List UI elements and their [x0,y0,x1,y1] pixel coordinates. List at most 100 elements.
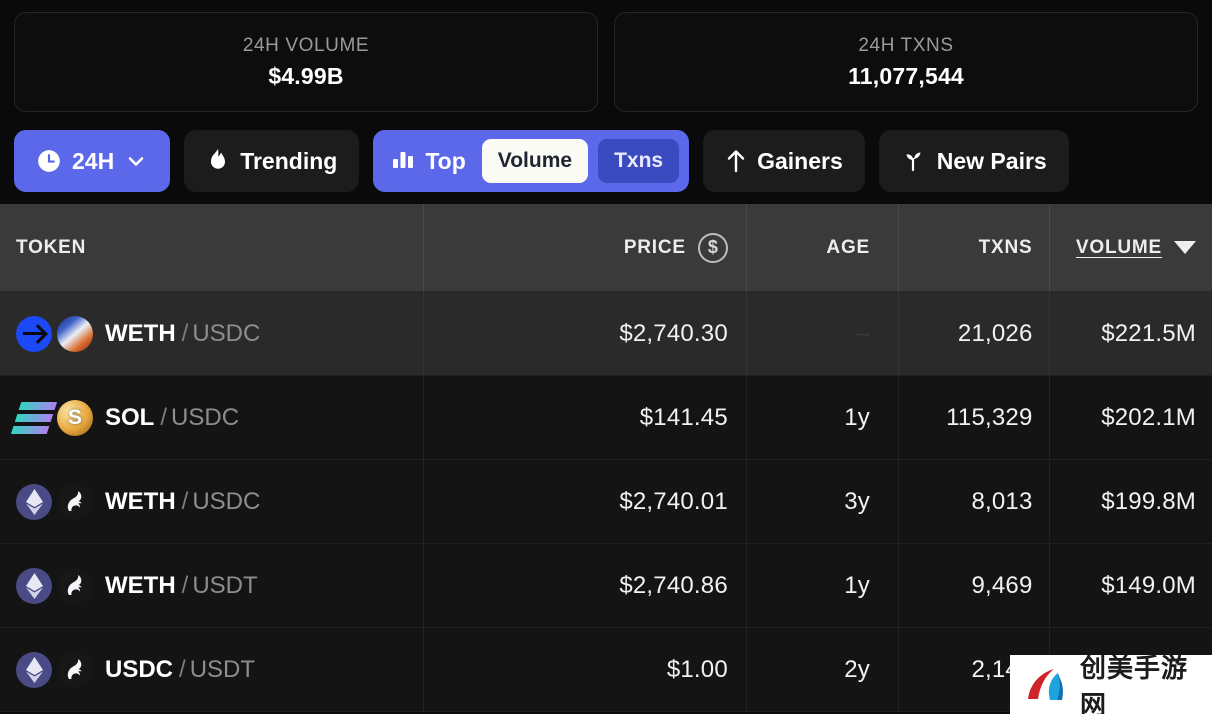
segment-option-txns[interactable]: Txns [598,139,680,183]
chevron-down-icon [124,149,148,173]
token-symbol: WETH [105,319,176,347]
quote-symbol: USDC [192,487,261,515]
price-value: $2,740.30 [619,319,728,347]
stat-value: 11,077,544 [848,62,964,89]
trending-label: Trending [240,147,338,174]
uniswap-dex-icon [57,483,93,520]
token-icons [16,483,93,520]
clock-icon [36,148,62,174]
sprout-icon [901,148,927,174]
price-value: $2,740.01 [619,487,728,515]
filter-bar: 24H Trending Top Volume Txns Gainers New… [0,118,1212,204]
arrow-up-icon [725,148,747,174]
cell-volume: $149.0M [1048,544,1212,627]
cell-token: WETH / USDC [0,483,423,520]
price-value: $1.00 [666,655,728,683]
column-label: VOLUME [1075,236,1163,258]
cell-volume: $221.5M [1048,292,1212,375]
segment-option-volume[interactable]: Volume [481,139,589,183]
age-value: 1y [844,571,870,599]
pair-separator: / [181,571,189,599]
cell-price: $2,740.01 [422,460,746,543]
cell-age: – [745,292,898,375]
watermark-logo-icon [1028,668,1063,700]
column-header-price[interactable]: PRICE $ [422,204,746,291]
volume-value: $199.8M [1101,487,1197,515]
column-label: PRICE [623,236,686,258]
cell-txns: 21,026 [898,292,1049,375]
gainers-label: Gainers [757,147,843,174]
quote-symbol: USDT [189,655,256,683]
watermark: 创美手游网 [1010,653,1212,714]
pair-name: USDC / USDT [105,656,255,684]
price-value: $2,740.86 [619,571,728,599]
timeframe-button[interactable]: 24H [14,130,171,192]
column-header-txns[interactable]: TXNS [898,204,1049,291]
cell-token: SOL / USDC [0,399,423,436]
caret-down-icon [1174,241,1197,254]
token-icons [16,567,93,604]
column-label: AGE [826,236,870,258]
age-value: – [856,319,870,347]
pairs-table: TOKEN PRICE $ AGE TXNS VOLUME WETH / USD… [0,204,1212,712]
ethereum-chain-icon [16,651,52,688]
cell-txns: 8,013 [898,460,1049,543]
volume-value: $202.1M [1101,403,1197,431]
volume-value: $221.5M [1101,319,1197,347]
trending-button[interactable]: Trending [184,130,360,192]
ethereum-chain-icon [16,567,52,604]
quote-symbol: USDC [171,403,240,431]
column-header-age[interactable]: AGE [745,204,898,291]
pair-name: WETH / USDC [105,320,260,348]
cell-token: USDC / USDT [0,651,423,688]
token-symbol: USDC [105,655,174,683]
token-icons [16,315,93,352]
token-icons [10,399,93,436]
top-segment-main[interactable]: Top [391,147,471,175]
cell-price: $141.45 [422,376,746,459]
column-label: TXNS [978,236,1033,258]
column-label: TOKEN [16,236,87,258]
cell-age: 1y [745,544,898,627]
table-row[interactable]: WETH / USDT $2,740.86 1y 9,469 $149.0M [0,544,1212,628]
table-row[interactable]: WETH / USDC $2,740.30 – 21,026 $221.5M [0,292,1212,376]
txns-value: 8,013 [971,487,1033,515]
table-row[interactable]: SOL / USDC $141.45 1y 115,329 $202.1M [0,376,1212,460]
token-symbol: WETH [105,487,176,515]
top-segment-label: Top [425,147,466,174]
column-header-volume[interactable]: VOLUME [1048,204,1212,291]
age-value: 2y [844,655,870,683]
quote-symbol: USDC [192,319,261,347]
cell-token: WETH / USDC [0,315,423,352]
ethereum-chain-icon [16,483,52,520]
pair-separator: / [160,403,168,431]
table-header-row: TOKEN PRICE $ AGE TXNS VOLUME [0,204,1212,292]
watermark-text: 创美手游网 [1080,652,1189,714]
cell-age: 1y [745,376,898,459]
stat-label: 24H VOLUME [242,34,370,56]
age-value: 3y [844,487,870,515]
cell-token: WETH / USDT [0,567,423,604]
table-row[interactable]: WETH / USDC $2,740.01 3y 8,013 $199.8M [0,460,1212,544]
gainers-button[interactable]: Gainers [703,130,865,192]
gold-coin-dex-icon [57,399,93,436]
stat-card-24h-txns[interactable]: 24H TXNS 11,077,544 [614,12,1198,112]
column-header-token[interactable]: TOKEN [0,204,423,291]
txns-value: 9,469 [971,571,1033,599]
dexscreener-page: 24H VOLUME $4.99B 24H TXNS 11,077,544 24… [0,0,1212,714]
cell-price: $2,740.86 [422,544,746,627]
bar-chart-icon [391,147,415,175]
pair-separator: / [181,319,189,347]
cell-volume: $202.1M [1048,376,1212,459]
swirl-dex-icon [57,315,93,352]
pair-separator: / [181,487,189,515]
top-segment-group: Top Volume Txns [373,130,690,192]
stats-bar: 24H VOLUME $4.99B 24H TXNS 11,077,544 [0,0,1212,118]
stat-value: $4.99B [268,62,344,89]
new-pairs-button[interactable]: New Pairs [878,130,1069,192]
age-value: 1y [844,403,870,431]
stat-card-24h-volume[interactable]: 24H VOLUME $4.99B [14,12,598,112]
token-symbol: SOL [105,403,155,431]
txns-value: 115,329 [946,403,1033,431]
stat-label: 24H TXNS [858,34,954,56]
